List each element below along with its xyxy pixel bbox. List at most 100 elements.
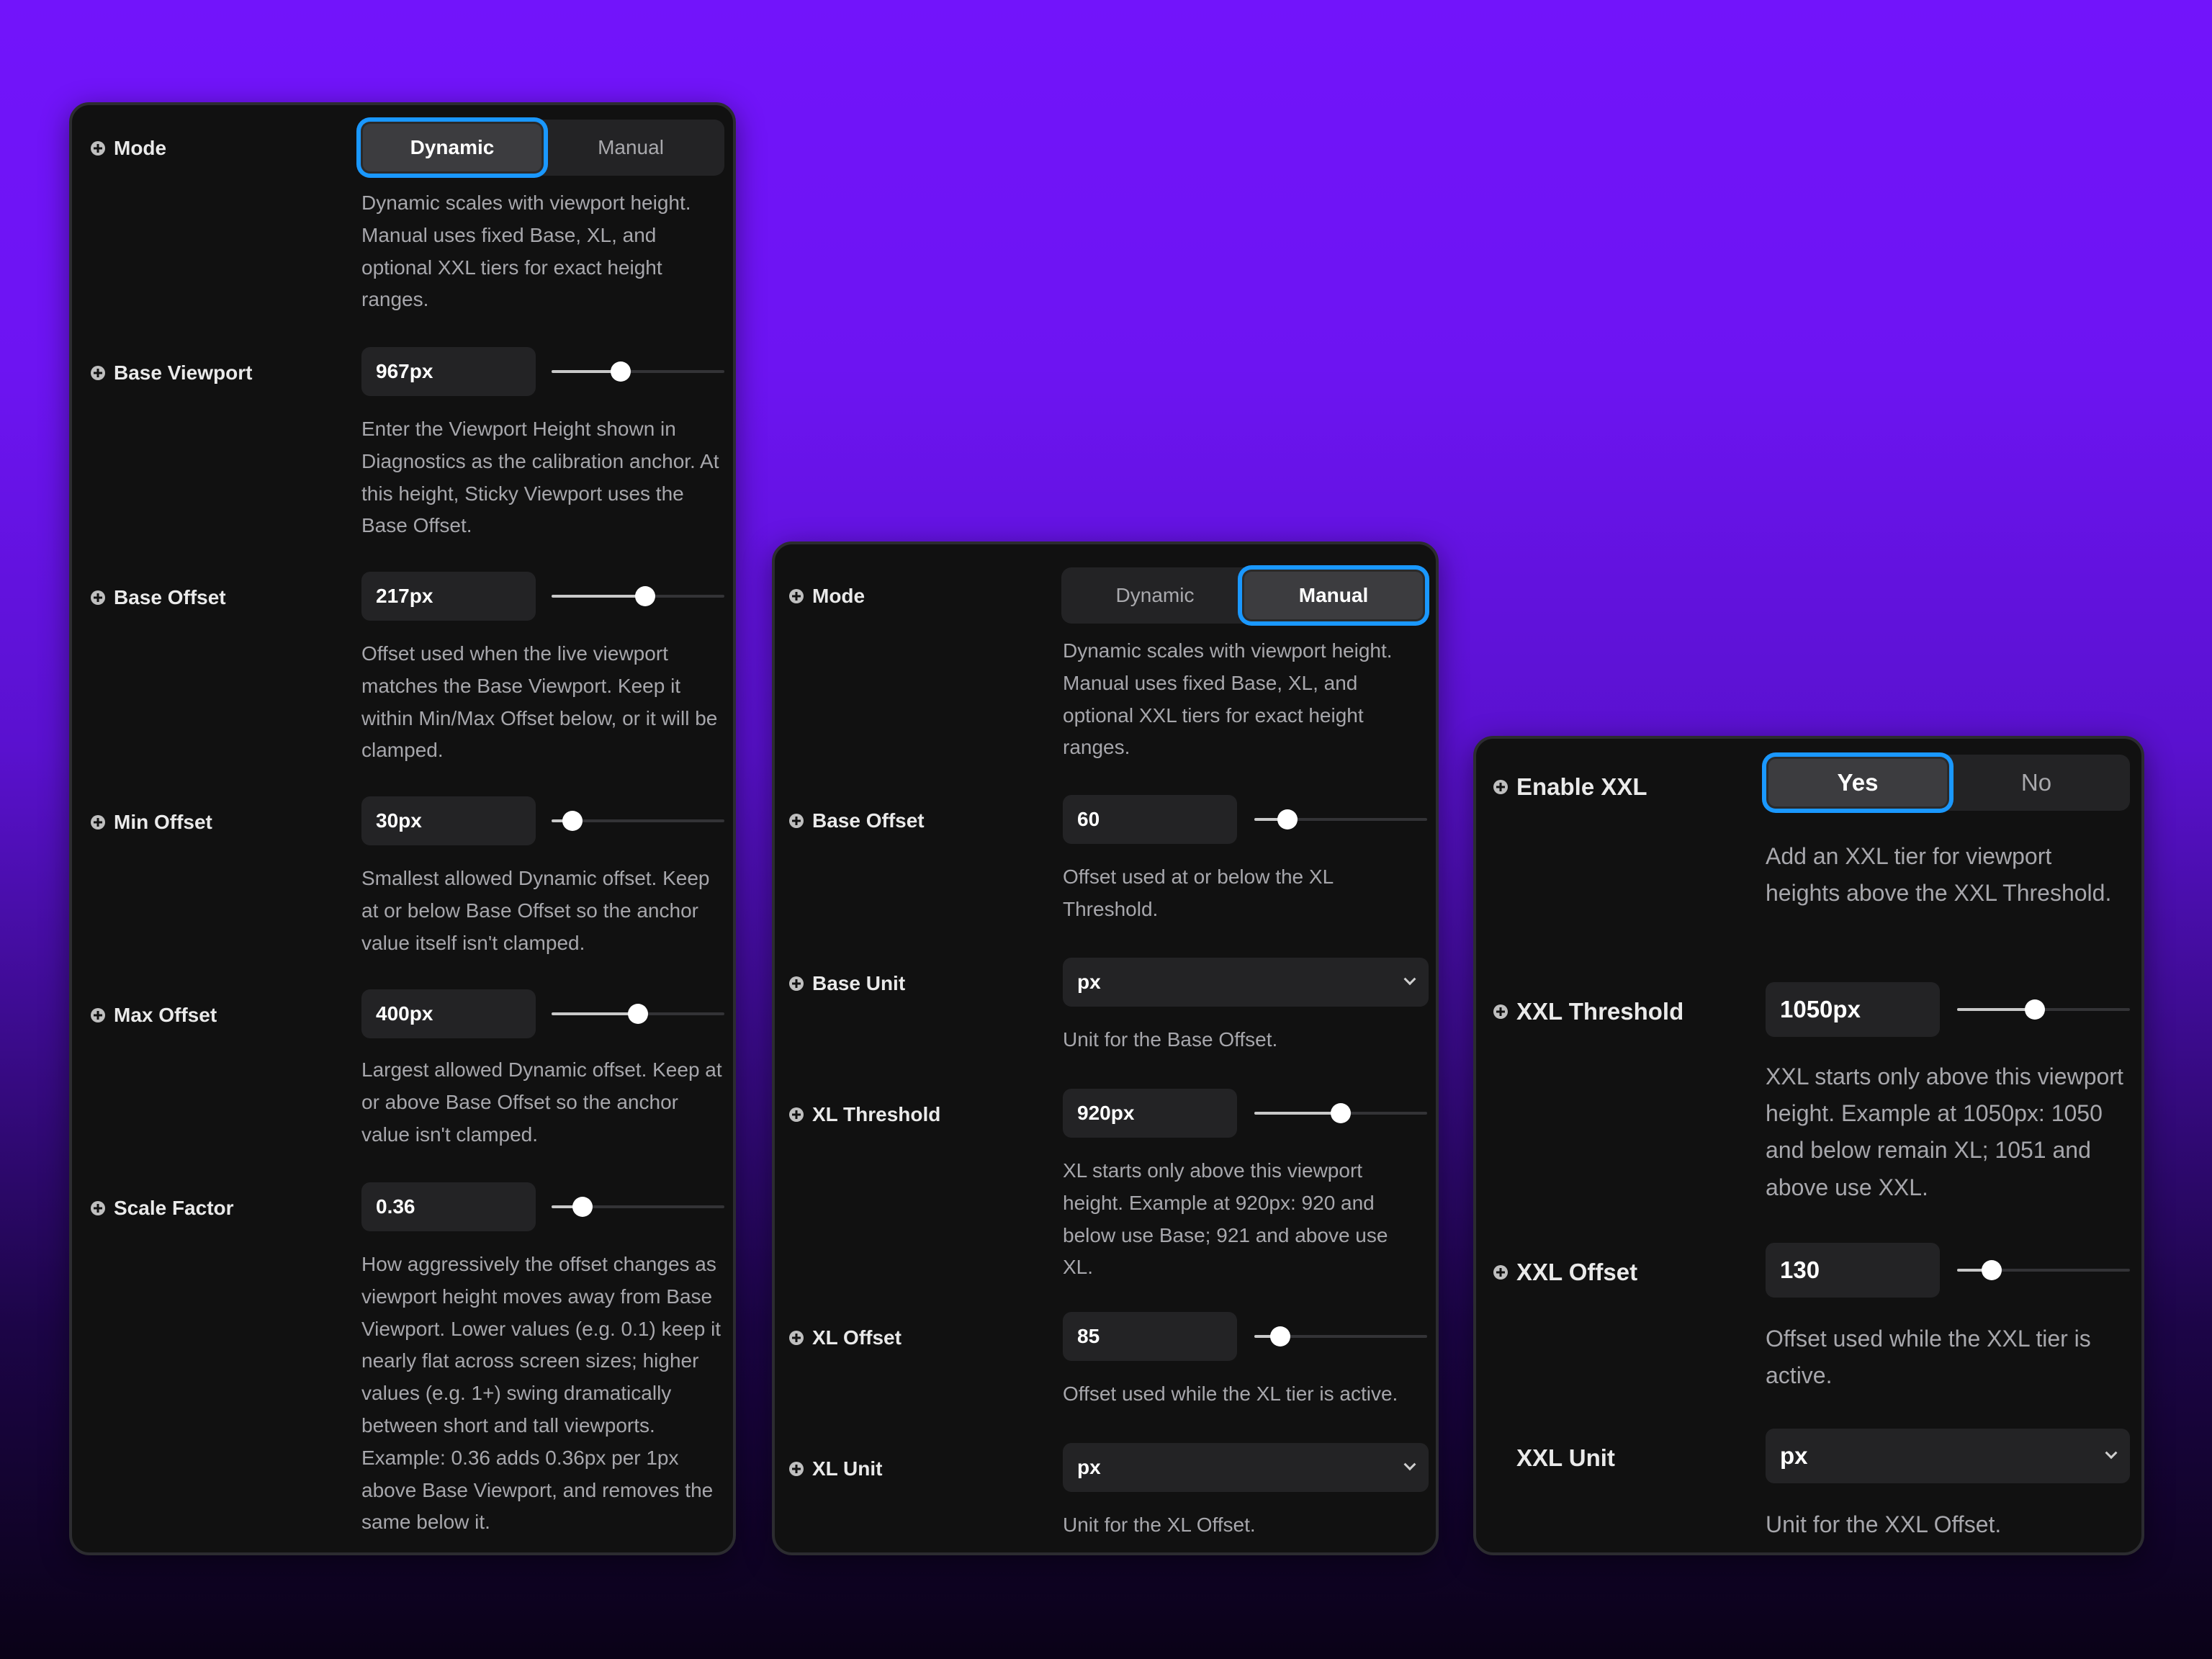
scale-factor-slider[interactable] bbox=[552, 1196, 724, 1218]
slider-fill bbox=[1254, 1112, 1341, 1115]
xxl-unit-value: px bbox=[1780, 1442, 1808, 1469]
plus-circle-icon bbox=[789, 1462, 804, 1476]
mode-label: Mode bbox=[812, 585, 866, 607]
xxl-offset-description: Offset used while the XXL tier is active… bbox=[1766, 1326, 2091, 1389]
xl-unit-description: Unit for the XL Offset. bbox=[1063, 1514, 1256, 1536]
chevron-down-icon bbox=[2105, 1447, 2118, 1460]
plus-circle-icon bbox=[1493, 1004, 1508, 1019]
slider-fill bbox=[1957, 1008, 2035, 1011]
base-viewport-input[interactable]: 967px bbox=[361, 347, 536, 396]
xxl-unit-description: Unit for the XXL Offset. bbox=[1766, 1511, 2002, 1537]
slider-thumb[interactable] bbox=[611, 361, 631, 382]
xxl-offset-label: XXL Offset bbox=[1516, 1259, 1638, 1285]
slider-thumb[interactable] bbox=[1982, 1260, 2002, 1280]
scale-factor-description: How aggressively the offset changes as v… bbox=[361, 1253, 721, 1534]
plus-circle-icon bbox=[91, 590, 105, 605]
slider-thumb[interactable] bbox=[572, 1197, 593, 1217]
xl-offset-label: XL Offset bbox=[812, 1326, 902, 1349]
enable-xxl-option-no[interactable]: No bbox=[1947, 759, 2126, 806]
xxl-offset-input[interactable]: 130 bbox=[1766, 1243, 1940, 1298]
base-offset-input[interactable]: 217px bbox=[361, 572, 536, 621]
xl-threshold-row-label: XL Threshold bbox=[789, 1103, 940, 1126]
mode-description: Dynamic scales with viewport height. Man… bbox=[361, 192, 691, 311]
base-viewport-description: Enter the Viewport Height shown in Diagn… bbox=[361, 418, 719, 537]
scale-factor-label: Scale Factor bbox=[114, 1197, 234, 1219]
slider-thumb[interactable] bbox=[1270, 1326, 1290, 1346]
xxl-threshold-label: XXL Threshold bbox=[1516, 998, 1684, 1025]
base-offset-label: Base Offset bbox=[114, 586, 226, 608]
slider-thumb[interactable] bbox=[628, 1004, 648, 1024]
base-offset-label: Base Offset bbox=[812, 809, 925, 832]
min-offset-slider[interactable] bbox=[552, 810, 724, 832]
max-offset-input[interactable]: 400px bbox=[361, 989, 536, 1038]
plus-circle-icon bbox=[789, 1107, 804, 1122]
base-offset-row-label: Base Offset bbox=[91, 586, 226, 609]
slider-thumb[interactable] bbox=[2025, 999, 2045, 1020]
min-offset-input[interactable]: 30px bbox=[361, 796, 536, 845]
xl-offset-description: Offset used while the XL tier is active. bbox=[1063, 1382, 1398, 1405]
xl-unit-select[interactable]: px bbox=[1063, 1443, 1429, 1492]
plus-circle-icon bbox=[1493, 780, 1508, 794]
plus-circle-icon bbox=[789, 1331, 804, 1345]
chevron-down-icon bbox=[1403, 1458, 1416, 1471]
slider-thumb[interactable] bbox=[634, 586, 655, 606]
enable-xxl-toggle: Yes No bbox=[1764, 755, 2130, 811]
base-offset-slider[interactable] bbox=[552, 585, 724, 607]
xl-offset-input[interactable]: 85 bbox=[1063, 1312, 1237, 1361]
slider-thumb[interactable] bbox=[1331, 1103, 1351, 1123]
xxl-unit-label: XXL Unit bbox=[1516, 1444, 1615, 1471]
max-offset-row-label: Max Offset bbox=[91, 1004, 217, 1027]
xxl-offset-slider[interactable] bbox=[1957, 1259, 2130, 1281]
xl-unit-value: px bbox=[1077, 1456, 1101, 1478]
xl-offset-row-label: XL Offset bbox=[789, 1326, 902, 1349]
enable-xxl-label: Enable XXL bbox=[1516, 773, 1647, 800]
xl-offset-slider[interactable] bbox=[1254, 1326, 1427, 1347]
base-offset-description: Offset used when the live viewport match… bbox=[361, 642, 718, 762]
mode-label: Mode bbox=[114, 137, 167, 159]
plus-circle-icon bbox=[1493, 1265, 1508, 1280]
min-offset-row-label: Min Offset bbox=[91, 811, 212, 834]
base-viewport-label: Base Viewport bbox=[114, 361, 253, 384]
base-offset-description: Offset used at or below the XL Threshold… bbox=[1063, 866, 1334, 920]
base-unit-value: px bbox=[1077, 971, 1101, 993]
mode-option-dynamic[interactable]: Dynamic bbox=[363, 124, 541, 171]
base-offset-input[interactable]: 60 bbox=[1063, 795, 1237, 844]
slider-fill bbox=[552, 595, 645, 598]
max-offset-label: Max Offset bbox=[114, 1004, 217, 1026]
mode-option-dynamic[interactable]: Dynamic bbox=[1066, 572, 1244, 619]
xl-unit-row-label: XL Unit bbox=[789, 1457, 882, 1480]
plus-circle-icon bbox=[91, 1201, 105, 1215]
mode-toggle: Dynamic Manual bbox=[359, 120, 724, 176]
xxl-unit-select[interactable]: px bbox=[1766, 1429, 2130, 1483]
max-offset-slider[interactable] bbox=[552, 1003, 724, 1025]
base-viewport-slider[interactable] bbox=[552, 361, 724, 382]
mode-toggle: Dynamic Manual bbox=[1061, 567, 1427, 624]
mode-option-manual[interactable]: Manual bbox=[1244, 572, 1423, 619]
xl-threshold-label: XL Threshold bbox=[812, 1103, 941, 1125]
chevron-down-icon bbox=[1403, 973, 1416, 986]
base-offset-row-label: Base Offset bbox=[789, 809, 925, 832]
xxl-threshold-slider[interactable] bbox=[1957, 999, 2130, 1020]
enable-xxl-option-yes[interactable]: Yes bbox=[1768, 759, 1947, 806]
plus-circle-icon bbox=[789, 589, 804, 603]
slider-thumb[interactable] bbox=[1277, 809, 1298, 830]
slider-thumb[interactable] bbox=[562, 811, 583, 831]
xxl-threshold-description: XXL starts only above this viewport heig… bbox=[1766, 1064, 2123, 1200]
mode-option-manual[interactable]: Manual bbox=[541, 124, 720, 171]
scale-factor-input[interactable]: 0.36 bbox=[361, 1182, 536, 1231]
plus-circle-icon bbox=[789, 814, 804, 828]
base-unit-select[interactable]: px bbox=[1063, 958, 1429, 1007]
mode-row-label: Mode bbox=[789, 585, 865, 608]
xxl-threshold-input[interactable]: 1050px bbox=[1766, 982, 1940, 1037]
plus-circle-icon bbox=[91, 366, 105, 380]
plus-circle-icon bbox=[91, 815, 105, 830]
min-offset-description: Smallest allowed Dynamic offset. Keep at… bbox=[361, 867, 710, 954]
plus-circle-icon bbox=[91, 1008, 105, 1022]
xl-threshold-slider[interactable] bbox=[1254, 1102, 1427, 1124]
xxl-unit-row-label: XXL Unit bbox=[1493, 1444, 1615, 1472]
min-offset-label: Min Offset bbox=[114, 811, 212, 833]
xl-threshold-input[interactable]: 920px bbox=[1063, 1089, 1237, 1138]
base-unit-row-label: Base Unit bbox=[789, 972, 905, 995]
plus-circle-icon bbox=[91, 141, 105, 156]
base-offset-slider[interactable] bbox=[1254, 809, 1427, 830]
